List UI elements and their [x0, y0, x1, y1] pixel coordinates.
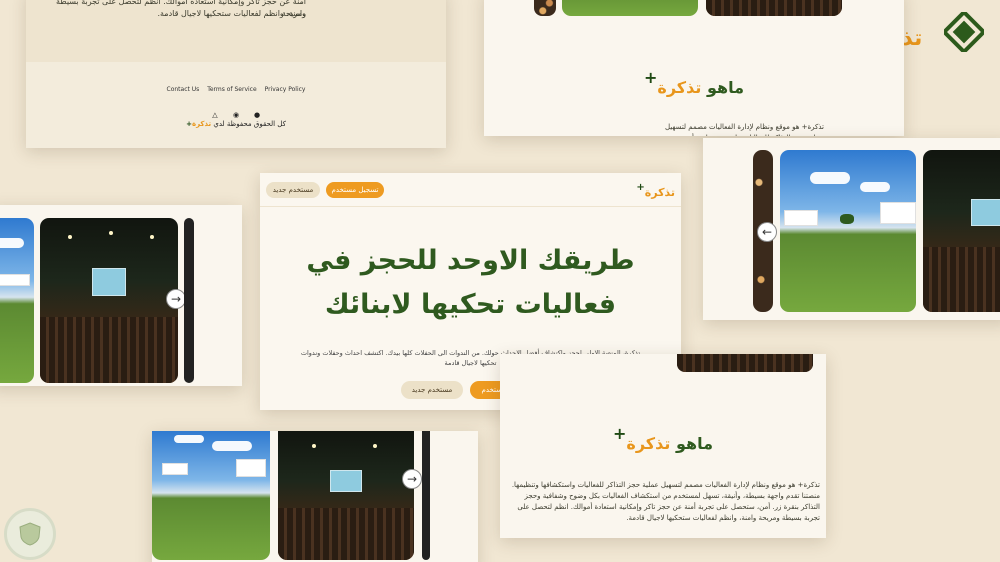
logo-mark-icon: [944, 12, 984, 52]
about-body-partial: تذكرة+ هو موقع ونظام لإدارة الفعاليات مص…: [664, 123, 824, 136]
event-image-bokeh: [534, 0, 556, 16]
event-image-hall: [677, 354, 813, 372]
about-title-prefix: ماهو: [675, 434, 713, 453]
hero-navbar: مستخدم جديد تسجيل مستخدم تذكرة+: [260, 173, 681, 207]
footer-card: أمنة عن حجز تاكر وإمكانية استعادة أموالك…: [26, 0, 446, 148]
about-title-plus: +: [613, 424, 627, 443]
shield-icon: [19, 522, 41, 546]
about-body: تذكرة+ هو موقع ونظام لإدارة الفعاليات مص…: [511, 481, 820, 522]
event-image-fair: [562, 0, 698, 16]
hero-headline-2: فعاليات تحكيها لابنائك: [324, 289, 617, 320]
event-image-fair: [780, 150, 916, 312]
event-image-partial: [422, 431, 430, 560]
copyright-prefix: كل الحقوق محفوظة لدي: [213, 120, 286, 128]
hero-new-user-button[interactable]: مستخدم جديد: [401, 381, 463, 399]
about-title: ماهو تذكرة+: [484, 68, 904, 97]
about-title: ماهو تذكرة+: [500, 424, 826, 453]
twitter-icon[interactable]: △: [211, 111, 219, 119]
gallery-card-left: →: [0, 205, 242, 386]
event-image-partial: [184, 218, 194, 383]
new-user-button[interactable]: مستخدم جديد: [266, 182, 320, 198]
event-image-hall: [40, 218, 178, 383]
about-title-plus: +: [644, 68, 658, 87]
carousel-prev-arrow[interactable]: ←: [757, 222, 777, 242]
event-image-hall: [706, 0, 842, 16]
hero-logo: تذكرة+: [636, 181, 675, 200]
carousel-next-arrow[interactable]: →: [166, 289, 186, 309]
footer-top-section: أمنة عن حجز تاكر وإمكانية استعادة أموالك…: [26, 0, 446, 62]
social-icons: △ ◉ ●: [26, 102, 446, 121]
about-top-strip: [500, 354, 826, 372]
carousel-next-arrow[interactable]: →: [402, 469, 422, 489]
event-image-hall: [278, 431, 414, 560]
hero-logo-plus: +: [636, 182, 645, 193]
event-image-fair: [152, 431, 270, 560]
copyright-brand: تذكرة: [191, 120, 212, 128]
login-button[interactable]: تسجيل مستخدم: [326, 182, 384, 198]
instagram-icon[interactable]: ◉: [232, 111, 240, 119]
about-top-images: [534, 0, 864, 18]
about-title-brand: تذكرة: [657, 78, 702, 97]
gallery-card-bottom: →: [152, 431, 478, 562]
copyright: كل الحقوق محفوظة لدي تذكرة+: [26, 120, 446, 128]
footer-text-2: وامنة، وانظم لفعاليات ستحكيها لاجيال قاد…: [157, 9, 306, 18]
footer-link-terms[interactable]: Terms of Service: [207, 86, 256, 93]
about-title-brand: تذكرة: [626, 434, 671, 453]
hero-headline-1: طريقك الاوحد للحجز في: [306, 245, 635, 276]
about-card-top: ماهو تذكرة+ تذكرة+ هو موقع ونظام لإدارة …: [484, 0, 904, 136]
facebook-icon[interactable]: ●: [253, 111, 261, 119]
footer-link-contact[interactable]: Contact Us: [167, 86, 200, 93]
footer-link-privacy[interactable]: Privacy Policy: [265, 86, 306, 93]
gallery-card-right: ←: [703, 138, 1000, 320]
event-image-fair: [0, 218, 34, 383]
about-title-prefix: ماهو: [706, 78, 744, 97]
footer-links: Contact Us Terms of Service Privacy Poli…: [26, 86, 446, 93]
watermark-seal: [4, 508, 56, 560]
hero-logo-text: تذكرة: [644, 186, 675, 199]
about-card-bottom: ماهو تذكرة+ تذكرة+ هو موقع ونظام لإدارة …: [500, 354, 826, 538]
event-image-hall: [923, 150, 1000, 312]
